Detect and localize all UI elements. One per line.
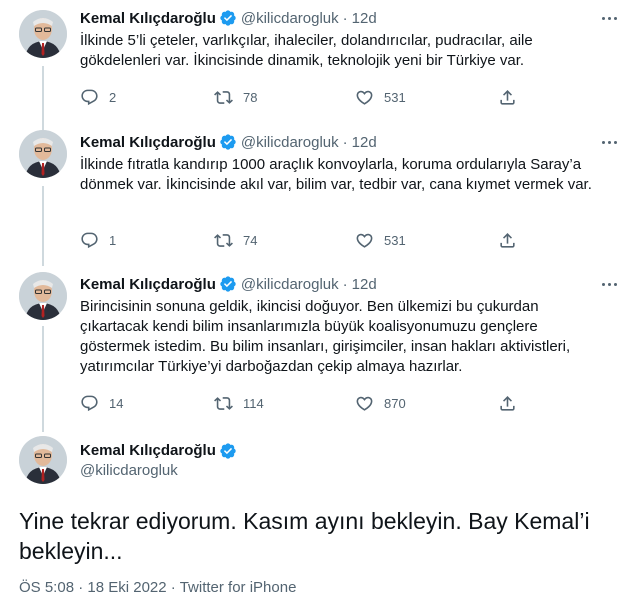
main-tweet-text: Yine tekrar ediyorum. Kasım ayını bekley… [19,508,590,564]
author-name[interactable]: Kemal Kılıçdaroğlu [80,10,216,27]
author-name[interactable]: Kemal Kılıçdaroğlu [80,441,216,461]
verified-badge-icon [220,443,236,459]
more-icon[interactable] [598,274,620,294]
tweet-time[interactable]: ÖS 5:08 [19,579,74,596]
reply-button[interactable]: 14 [80,393,123,413]
reply-icon [81,232,98,248]
tweet-source[interactable]: Twitter for iPhone [180,579,297,596]
reply-count: 2 [109,89,117,105]
tweet-time[interactable]: 12d [352,134,377,151]
main-tweet-header: Kemal Kılıçdaroğlu @kilicdarogluk [80,441,241,481]
author-handle[interactable]: @kilicdarogluk [241,134,339,151]
like-button[interactable]: 870 [355,393,406,413]
more-icon[interactable] [598,132,620,152]
retweet-icon [214,90,233,104]
reply-icon [81,395,98,411]
retweet-button[interactable]: 78 [214,87,257,107]
reply-count: 1 [109,232,117,248]
thread-tweet[interactable]: Kemal Kılıçdaroğlu @kilicdarogluk · 12d … [0,0,640,120]
heart-icon [356,90,373,105]
share-button[interactable] [498,87,517,107]
tweet-text: İlkinde 5’li çeteler, varlıkçılar, ihale… [80,32,533,69]
reply-button[interactable]: 2 [80,87,116,107]
tweet-header: Kemal Kılıçdaroğlu @kilicdarogluk · 12d [80,274,377,294]
share-icon [500,232,515,248]
author-handle[interactable]: @kilicdarogluk [241,10,339,27]
separator-dot: · [78,579,84,596]
avatar[interactable] [19,436,67,484]
author-name[interactable]: Kemal Kılıçdaroğlu [80,134,216,151]
author-name[interactable]: Kemal Kılıçdaroğlu [80,276,216,293]
tweet-date[interactable]: 18 Eki 2022 [87,579,166,596]
tweet-time[interactable]: 12d [352,10,377,27]
tweet-header: Kemal Kılıçdaroğlu @kilicdarogluk · 12d [80,132,377,152]
like-count: 531 [384,232,406,248]
reply-button[interactable]: 1 [80,230,116,250]
separator-dot: · [342,275,348,293]
share-button[interactable] [498,393,517,413]
share-icon [500,395,515,411]
avatar[interactable] [19,272,67,320]
retweet-count: 78 [243,89,258,105]
author-handle[interactable]: @kilicdarogluk [241,276,339,293]
separator-dot: · [170,579,176,596]
like-count: 531 [384,89,406,105]
reply-count: 14 [109,395,124,411]
separator-dot: · [342,133,348,151]
tweet-meta: ÖS 5:08 · 18 Eki 2022 · Twitter for iPho… [19,579,296,596]
retweet-icon [214,396,233,410]
share-button[interactable] [498,230,517,250]
verified-badge-icon [220,276,236,292]
verified-badge-icon [220,10,236,26]
heart-icon [356,233,373,248]
tweet-time[interactable]: 12d [352,276,377,293]
more-icon[interactable] [598,8,620,28]
reply-icon [81,89,98,105]
thread-tweet[interactable]: Kemal Kılıçdaroğlu @kilicdarogluk · 12d … [0,262,640,422]
retweet-icon [214,233,233,247]
avatar[interactable] [19,130,67,178]
share-icon [500,89,515,105]
avatar[interactable] [19,10,67,58]
tweet-actions: 2 78 531 [80,87,550,107]
verified-badge-icon [220,134,236,150]
author-handle[interactable]: @kilicdarogluk [80,461,241,481]
tweet-text: Birincisinin sonuna geldik, ikincisi doğ… [80,298,571,375]
like-count: 870 [384,395,406,411]
tweet-text: İlkinde fıtratla kandırıp 1000 araçlık k… [80,156,592,193]
retweet-count: 114 [243,395,264,411]
retweet-button[interactable]: 74 [214,230,257,250]
tweet-header: Kemal Kılıçdaroğlu @kilicdarogluk · 12d [80,8,377,28]
separator-dot: · [342,9,348,27]
retweet-button[interactable]: 114 [214,393,264,413]
thread-tweet[interactable]: Kemal Kılıçdaroğlu @kilicdarogluk · 12d … [0,120,640,260]
like-button[interactable]: 531 [355,230,406,250]
tweet-actions: 14 114 870 [80,393,550,413]
heart-icon [356,396,373,411]
tweet-actions: 1 74 531 [80,230,550,250]
retweet-count: 74 [243,232,258,248]
like-button[interactable]: 531 [355,87,406,107]
